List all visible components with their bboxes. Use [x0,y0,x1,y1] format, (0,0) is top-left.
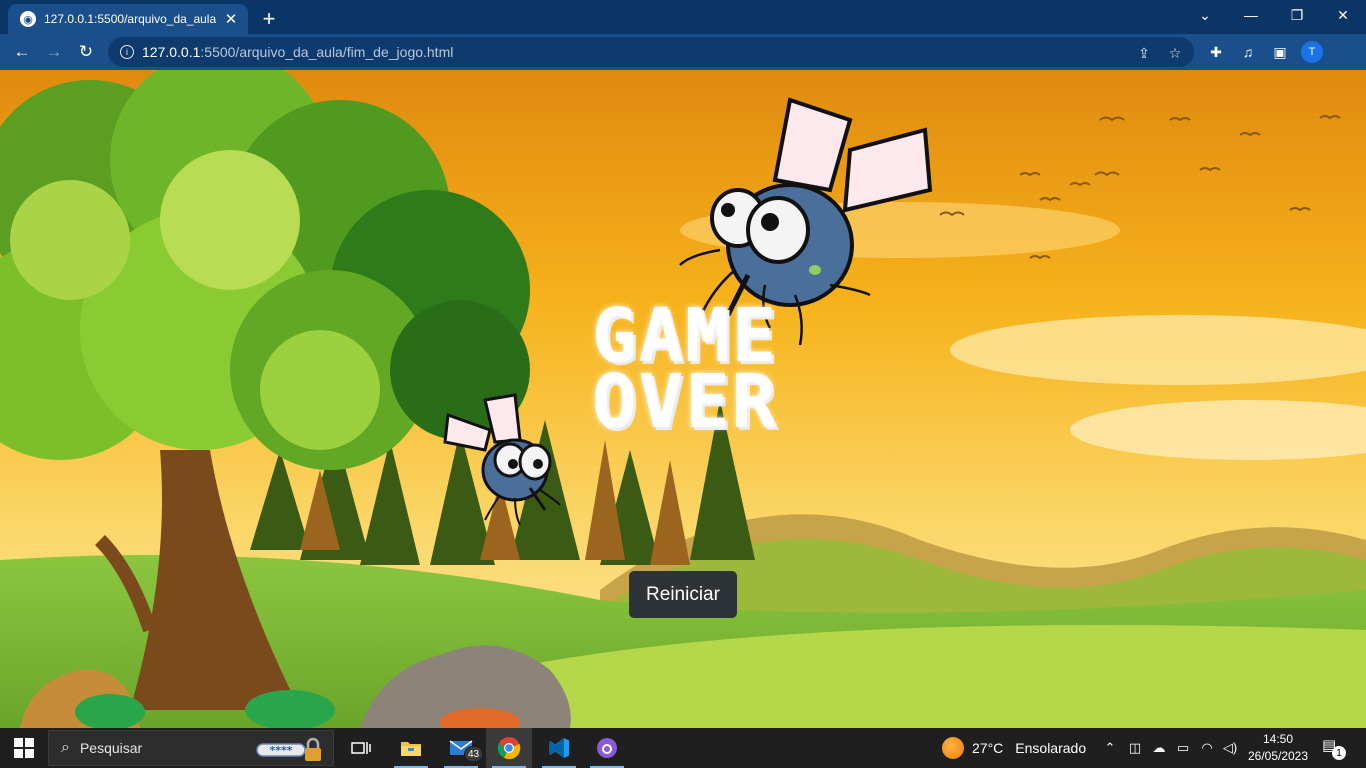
close-icon[interactable]: ✕ [222,10,240,28]
restart-button[interactable]: Reiniciar [629,571,737,618]
browser-tab[interactable]: ◉ 127.0.0.1:5500/arquivo_da_aula/fim_de_… [8,4,248,34]
vscode-icon[interactable] [536,728,582,768]
meet-icon[interactable]: ◫ [1124,738,1146,758]
sun-icon [942,737,964,759]
battery-icon[interactable]: ▭ [1172,738,1194,758]
weather-temp: 27°C [972,740,1004,756]
caret-up-icon[interactable]: ⌃ [1099,738,1121,758]
cloud-icon[interactable]: ☁ [1148,738,1170,758]
reload-icon[interactable]: ↻ [72,38,100,66]
windows-start-icon[interactable] [14,738,34,758]
notification-count: 1 [1332,746,1346,760]
folder-icon[interactable] [388,728,434,768]
search-placeholder: Pesquisar [79,740,143,756]
weather-widget[interactable]: 27°C Ensolarado [942,728,1086,768]
lock-icon: **** [256,737,321,761]
url-path: :5500/arquivo_da_aula/fim_de_jogo.html [200,44,454,60]
info-icon[interactable]: i [120,45,134,59]
minimize-icon[interactable]: — [1228,0,1274,30]
window-close-icon[interactable]: ✕ [1320,0,1366,30]
password-mask: **** [269,744,292,757]
star-icon[interactable]: ☆ [1166,44,1184,62]
wifi-icon[interactable]: ◠ [1196,738,1218,758]
puzzle-icon[interactable]: ✚ [1206,42,1226,62]
share-icon[interactable]: ⇪ [1135,44,1153,62]
taskbar: ⌕ Pesquisar **** 43 27°C Ensolarado ⌃ ◫ … [0,728,1366,768]
media-icon[interactable]: ♫ [1238,42,1258,62]
mail-badge: 43 [464,746,484,762]
mail-icon[interactable]: 43 [438,728,484,768]
chrome-icon[interactable] [486,728,532,768]
clock-time: 14:50 [1262,732,1294,746]
speaker-icon[interactable]: ◁) [1219,738,1241,758]
url-host: 127.0.0.1 [142,44,201,60]
weather-text: Ensolarado [1015,740,1087,756]
sidepanel-icon[interactable]: ▣ [1270,42,1290,62]
notification-icon[interactable]: ▤ 1 [1322,736,1346,760]
plus-icon[interactable]: + [256,6,282,32]
forward-arrow-icon[interactable]: → [40,38,68,66]
address-bar[interactable]: i 127.0.0.1:5500/arquivo_da_aula/fim_de_… [108,37,1194,67]
restore-icon[interactable]: ❐ [1274,0,1320,30]
system-clock[interactable]: 14:50 26/05/2023 [1240,731,1316,765]
game-over-line-2: OVER [591,359,779,445]
tab-strip: ◉ 127.0.0.1:5500/arquivo_da_aula/fim_de_… [0,0,1366,34]
tab-title: 127.0.0.1:5500/arquivo_da_aula/fim_de_jo… [44,12,216,26]
github-icon[interactable] [584,728,630,768]
browser-toolbar: ← → ↻ i 127.0.0.1:5500/arquivo_da_aula/f… [0,34,1366,70]
game-over-title: GAME OVER [545,299,825,445]
back-arrow-icon[interactable]: ← [8,38,36,66]
globe-icon: ◉ [20,11,36,27]
search-icon: ⌕ [61,739,70,756]
taskbar-search[interactable]: ⌕ Pesquisar **** [48,730,334,766]
clock-date: 26/05/2023 [1247,749,1309,763]
task-view-icon[interactable] [338,728,384,768]
profile-avatar[interactable]: T [1301,41,1323,63]
chevron-down-icon[interactable]: ⌄ [1182,0,1228,30]
page-viewport: GAME OVER Reiniciar [0,70,1366,728]
